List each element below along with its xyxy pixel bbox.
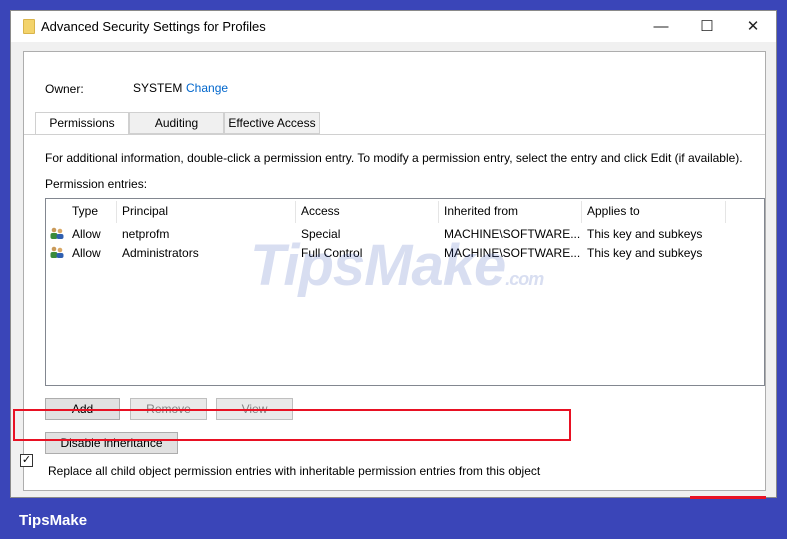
column-header-applies-to[interactable]: Applies to <box>587 204 640 218</box>
info-text: For additional information, double-click… <box>45 151 743 165</box>
users-icon <box>50 246 64 258</box>
replace-child-permissions-label[interactable]: Replace all child object permission entr… <box>48 464 540 478</box>
column-separator[interactable] <box>581 201 582 223</box>
tab-effective-access[interactable]: Effective Access <box>224 112 320 134</box>
row-principal: Administrators <box>122 246 199 260</box>
watermark-text: TipsMake <box>250 233 506 298</box>
close-button[interactable]: ✕ <box>733 15 773 39</box>
users-icon <box>50 227 64 239</box>
row-type: Allow <box>72 227 101 241</box>
column-separator[interactable] <box>116 201 117 223</box>
folder-icon <box>23 19 35 34</box>
window-title: Advanced Security Settings for Profiles <box>41 19 266 34</box>
tab-permissions[interactable]: Permissions <box>35 112 129 135</box>
entries-label: Permission entries: <box>45 177 148 191</box>
column-header-principal[interactable]: Principal <box>122 204 168 218</box>
owner-label: Owner: <box>45 82 84 96</box>
red-accent-bar <box>690 496 766 499</box>
column-header-inherited-from[interactable]: Inherited from <box>444 204 518 218</box>
brand-label: TipsMake <box>19 512 88 529</box>
column-header-type[interactable]: Type <box>72 204 98 218</box>
column-header-access[interactable]: Access <box>301 204 340 218</box>
change-owner-link[interactable]: Change <box>186 81 228 95</box>
column-separator[interactable] <box>725 201 726 223</box>
owner-value: SYSTEM <box>133 81 183 95</box>
maximize-button[interactable]: ☐ <box>687 15 727 39</box>
column-separator[interactable] <box>295 201 296 223</box>
tab-divider <box>24 134 765 135</box>
row-applies-to: This key and subkeys <box>587 227 703 241</box>
watermark-suffix: .com <box>505 269 544 289</box>
row-type: Allow <box>72 246 101 260</box>
row-applies-to: This key and subkeys <box>587 246 703 260</box>
row-principal: netprofm <box>122 227 170 241</box>
column-separator[interactable] <box>438 201 439 223</box>
highlight-box <box>13 409 571 441</box>
tab-auditing[interactable]: Auditing <box>129 112 224 134</box>
minimize-button[interactable]: — <box>641 15 681 39</box>
watermark: TipsMake.com <box>250 232 544 299</box>
replace-child-permissions-checkbox[interactable]: ✓ <box>20 454 33 467</box>
title-bar: Advanced Security Settings for Profiles … <box>11 11 776 42</box>
